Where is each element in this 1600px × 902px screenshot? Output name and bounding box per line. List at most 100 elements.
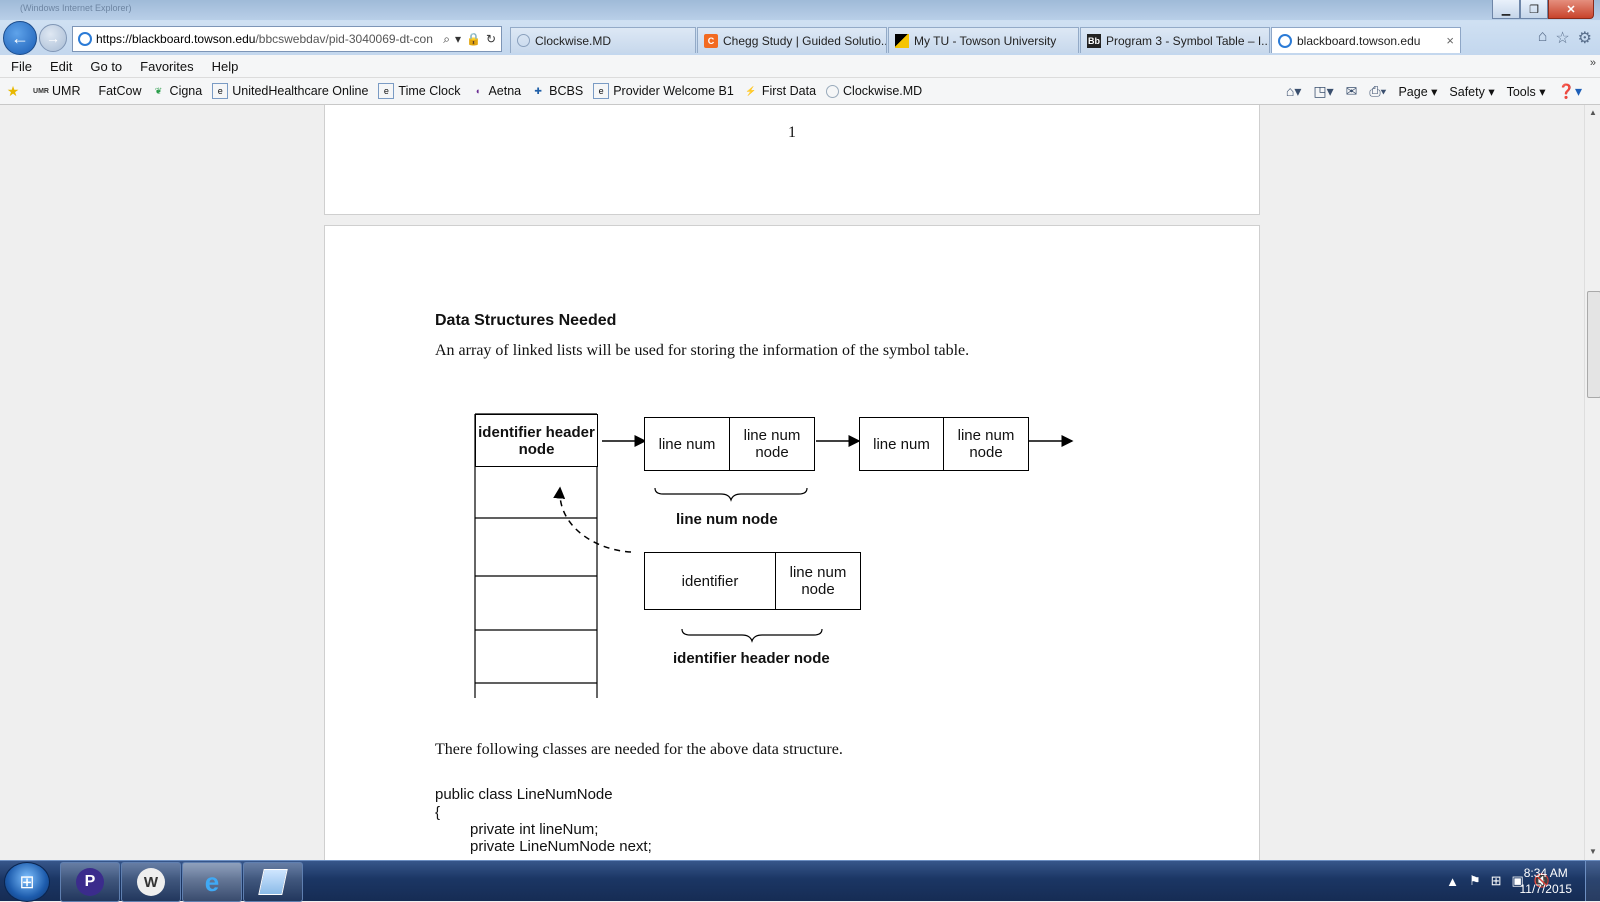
tab-chegg[interactable]: C Chegg Study | Guided Solutio... xyxy=(697,27,887,53)
tools-menu-label: Tools xyxy=(1506,84,1536,99)
chevron-more-icon[interactable]: » xyxy=(1590,57,1596,69)
fav-clockwise[interactable]: Clockwise.MD xyxy=(826,84,922,98)
home-icon[interactable]: ⌂ xyxy=(1538,28,1548,48)
bcbs-icon: ✚ xyxy=(534,85,542,96)
url-scheme: https:// xyxy=(96,32,133,46)
code-line: { xyxy=(435,804,441,821)
help-icon[interactable]: ❓▾ xyxy=(1558,83,1582,100)
windows-icon[interactable]: ⊞ xyxy=(1491,873,1502,889)
page-menu[interactable]: Page ▾ xyxy=(1398,84,1437,99)
tab-my-tu[interactable]: My TU - Towson University xyxy=(888,27,1079,53)
forward-arrow-icon: → xyxy=(46,30,60,46)
node2-next: line num node xyxy=(943,417,1029,471)
classes-intro-text: There following classes are needed for t… xyxy=(435,741,843,758)
wordpress-icon: W xyxy=(137,868,165,896)
label-identifier-header-node: identifier header node xyxy=(673,650,830,667)
feeds-icon[interactable]: ◳▾ xyxy=(1313,83,1333,100)
fav-provider-welcome[interactable]: e Provider Welcome B1 xyxy=(593,83,734,99)
menu-help[interactable]: Help xyxy=(201,59,246,74)
menu-file[interactable]: File xyxy=(0,59,39,74)
fav-label: Time Clock xyxy=(398,84,461,98)
fav-label: Provider Welcome B1 xyxy=(613,84,734,98)
pandora-icon: P xyxy=(76,868,104,896)
ie-page-icon: e xyxy=(378,83,395,99)
favorites-star-icon[interactable]: ☆ xyxy=(1555,28,1569,48)
back-button[interactable]: ← xyxy=(3,21,37,55)
taskbar-internet-explorer[interactable]: e xyxy=(182,862,242,902)
action-center-flag-icon[interactable]: ⚑ xyxy=(1469,873,1481,889)
minimize-button[interactable]: ▁ xyxy=(1492,0,1520,19)
forward-button[interactable]: → xyxy=(39,24,67,52)
taskbar-wordpress[interactable]: W xyxy=(121,862,181,902)
show-hidden-icons-icon[interactable]: ▲ xyxy=(1446,874,1459,889)
node1-line-num: line num xyxy=(644,417,730,471)
internet-explorer-icon: e xyxy=(204,866,220,897)
ie-page-icon xyxy=(78,32,92,46)
start-button[interactable]: ⊞ xyxy=(4,862,50,902)
print-icon[interactable]: ⎙▾ xyxy=(1369,83,1386,100)
lock-icon[interactable]: 🔒 xyxy=(466,32,481,47)
scroll-thumb[interactable] xyxy=(1587,291,1600,398)
vertical-scrollbar[interactable]: ▲ ▼ xyxy=(1584,105,1600,860)
fav-cigna[interactable]: ❦ Cigna xyxy=(152,84,203,98)
fav-label: Cigna xyxy=(169,84,203,98)
fav-time-clock[interactable]: e Time Clock xyxy=(378,83,460,99)
document-viewport[interactable]: 1 Data Structures Needed An array of lin… xyxy=(0,105,1584,860)
menu-favorites[interactable]: Favorites xyxy=(129,59,200,74)
refresh-icon[interactable]: ↻ xyxy=(486,32,496,47)
window-controls: ▁ ❐ ✕ xyxy=(1492,0,1594,19)
tab-label: Clockwise.MD xyxy=(535,33,612,48)
gear-icon[interactable]: ⚙ xyxy=(1578,28,1592,48)
menu-edit[interactable]: Edit xyxy=(39,59,79,74)
code-line: private int lineNum; xyxy=(470,821,599,838)
browser-right-icons: ⌂ ☆ ⚙ xyxy=(1538,28,1592,48)
url-domain: blackboard.towson.edu xyxy=(132,32,256,46)
menu-go-to[interactable]: Go to xyxy=(79,59,129,74)
tab-label: Program 3 - Symbol Table – I... xyxy=(1106,33,1270,48)
label-line-num-node: line num node xyxy=(676,511,778,528)
home-menu-icon[interactable]: ⌂▾ xyxy=(1286,83,1301,100)
show-desktop-button[interactable] xyxy=(1585,861,1600,901)
tab-clockwise[interactable]: Clockwise.MD xyxy=(510,27,696,53)
search-icon[interactable]: ⌕ xyxy=(443,32,450,47)
address-url[interactable]: https://blackboard.towson.edu/bbcswebdav… xyxy=(96,32,443,46)
mail-icon[interactable]: ✉ xyxy=(1346,83,1358,100)
page-menu-label: Page xyxy=(1398,84,1428,99)
taskbar-notepad[interactable] xyxy=(243,862,303,902)
scroll-down-arrow-icon[interactable]: ▼ xyxy=(1585,844,1600,860)
fav-bcbs[interactable]: ✚ BCBS xyxy=(531,84,583,98)
safety-menu[interactable]: Safety ▾ xyxy=(1449,84,1494,99)
fav-first-data[interactable]: ⚡ First Data xyxy=(744,84,816,98)
address-bar[interactable]: https://blackboard.towson.edu/bbcswebdav… xyxy=(72,26,502,52)
umr-icon: UMR xyxy=(33,87,49,95)
fav-aetna[interactable]: ◖ Aetna xyxy=(470,84,521,98)
close-window-button[interactable]: ✕ xyxy=(1548,0,1594,19)
scroll-up-arrow-icon[interactable]: ▲ xyxy=(1585,105,1600,121)
tab-program-3[interactable]: Bb Program 3 - Symbol Table – I... xyxy=(1080,27,1270,53)
towson-flag-icon xyxy=(895,33,909,48)
cigna-tree-icon: ❦ xyxy=(154,85,163,96)
clock-icon xyxy=(826,84,840,98)
ie-page-icon xyxy=(1278,33,1292,48)
favorites-star-button[interactable]: ★ xyxy=(6,83,24,99)
fav-label: Clockwise.MD xyxy=(843,84,923,98)
restore-button[interactable]: ❐ xyxy=(1520,0,1548,19)
page-number: 1 xyxy=(788,124,796,141)
taskbar-pandora[interactable]: P xyxy=(60,862,120,902)
intro-text: An array of linked lists will be used fo… xyxy=(435,342,970,359)
blackboard-icon: Bb xyxy=(1087,33,1101,48)
close-tab-button[interactable]: × xyxy=(1438,33,1454,48)
fav-umr[interactable]: UMR UMR xyxy=(33,84,81,98)
fav-unitedhealthcare[interactable]: e UnitedHealthcare Online xyxy=(212,83,368,99)
clock-icon xyxy=(517,34,530,47)
taskbar-clock[interactable]: 8:34 AM 11/7/2015 xyxy=(1520,865,1573,897)
back-arrow-icon: ← xyxy=(11,27,29,48)
dropdown-icon[interactable]: ▾ xyxy=(455,32,461,47)
tab-label: Chegg Study | Guided Solutio... xyxy=(723,33,887,48)
tab-blackboard[interactable]: blackboard.towson.edu × xyxy=(1271,27,1461,53)
tab-label: blackboard.towson.edu xyxy=(1297,33,1421,48)
tools-menu[interactable]: Tools ▾ xyxy=(1507,84,1546,99)
fav-fatcow[interactable]: FatCow xyxy=(98,84,141,98)
fav-label: UnitedHealthcare Online xyxy=(232,84,369,98)
fav-label: UMR xyxy=(52,84,81,98)
